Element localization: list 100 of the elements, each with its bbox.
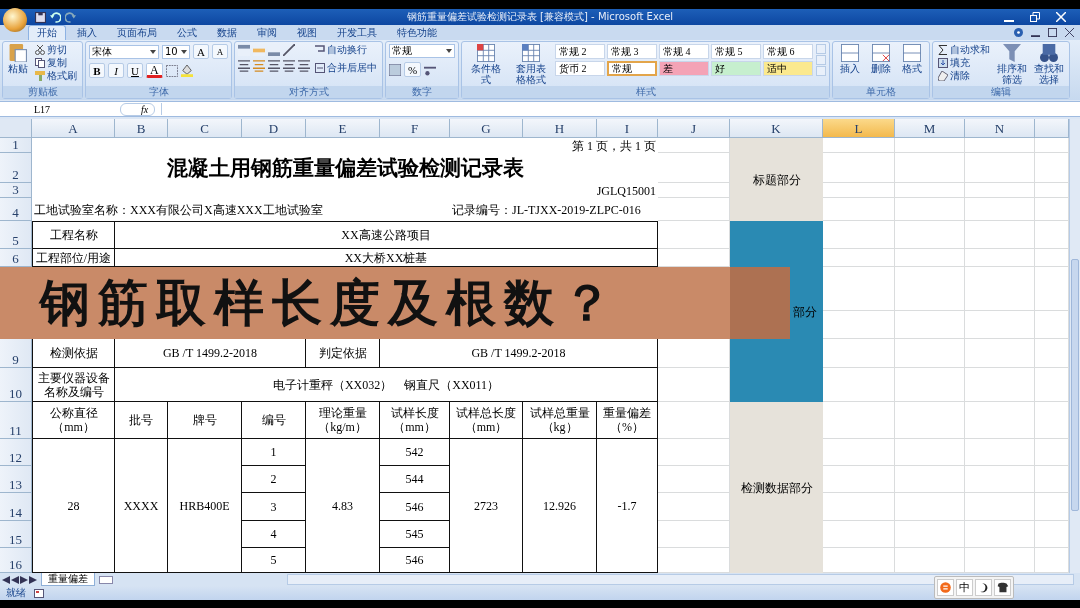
ribbon-tab[interactable]: 视图 [288,25,326,40]
row-header[interactable]: 11 [0,402,32,439]
format-button[interactable]: 格式 [898,44,926,74]
column-header[interactable]: M [895,119,965,138]
empty-cell[interactable] [965,267,1035,311]
fill-button[interactable]: 填充 [936,57,992,69]
empty-cell[interactable] [965,249,1035,267]
restore-icon[interactable] [1048,28,1057,37]
column-header[interactable]: N [965,119,1035,138]
cell-style-item[interactable]: 好 [711,61,761,76]
paste-button[interactable]: 粘贴 [6,44,30,74]
column-header[interactable]: G [450,119,523,138]
empty-cell[interactable] [965,138,1035,153]
shirt-icon[interactable] [994,579,1011,596]
row-header[interactable]: 14 [0,493,32,521]
column-header[interactable]: D [242,119,306,138]
font-name-field[interactable]: 宋体 [89,44,159,59]
macro-record-icon[interactable] [34,588,44,598]
empty-cell[interactable] [965,221,1035,249]
empty-cell[interactable] [895,493,965,521]
dropdown-arrow-icon[interactable] [446,49,452,53]
ribbon-tab[interactable]: 开始 [28,25,66,40]
empty-cell[interactable] [965,493,1035,521]
restore-icon[interactable] [1030,12,1040,22]
empty-cell[interactable] [895,402,965,439]
clipboard-command[interactable]: 格式刷 [33,70,79,82]
align-icon[interactable] [298,60,310,72]
row-header[interactable]: 16 [0,548,32,573]
empty-cell[interactable] [965,183,1035,198]
ribbon-tab[interactable]: 开发工具 [328,25,386,40]
input-mode-toggle[interactable]: 中 [956,579,973,596]
column-header[interactable]: A [32,119,115,138]
select-all-corner[interactable] [0,119,32,138]
redo-icon[interactable] [65,11,76,23]
cell-style-item[interactable]: 差 [659,61,709,76]
help-icon[interactable] [1014,28,1023,37]
empty-cell[interactable] [965,439,1035,466]
empty-cell[interactable] [965,368,1035,402]
close-icon[interactable] [1065,28,1074,37]
column-header[interactable] [1035,119,1069,138]
column-header[interactable]: K [730,119,823,138]
empty-cell[interactable] [965,311,1035,339]
empty-cell[interactable] [895,249,965,267]
font-size-field[interactable]: 10 [162,44,190,59]
percent-button[interactable]: % [404,62,422,77]
cell-style-item[interactable]: 常规 6 [763,44,813,59]
moon-icon[interactable] [975,579,992,596]
empty-cell[interactable] [895,339,965,368]
underline-button[interactable]: U [127,63,143,78]
clipboard-command[interactable]: 复制 [33,57,79,69]
row-header[interactable]: 1 [0,138,32,153]
empty-cell[interactable] [895,221,965,249]
empty-cell[interactable] [895,521,965,548]
empty-cell[interactable] [965,466,1035,493]
dropdown-arrow-icon[interactable] [150,49,156,54]
dropdown-arrow-icon[interactable] [181,49,187,54]
insert-function-button[interactable]: fx [120,102,156,116]
column-header[interactable]: L [823,119,895,138]
row-header[interactable]: 5 [0,221,32,249]
number-format-field[interactable]: 常规 [389,44,455,58]
empty-cell[interactable] [965,521,1035,548]
undo-icon[interactable] [50,11,61,23]
row-header[interactable]: 12 [0,439,32,466]
row-header[interactable]: 9 [0,339,32,368]
new-sheet-icon[interactable] [99,575,113,584]
shrink-font-button[interactable]: A [212,44,228,59]
fill-color-icon[interactable] [180,64,193,77]
column-header[interactable]: J [658,119,730,138]
empty-cell[interactable] [895,466,965,493]
find-select-button[interactable]: 查找和选择 [1032,44,1066,85]
input-method-logo-icon[interactable] [937,579,954,596]
italic-button[interactable]: I [108,63,124,78]
empty-cell[interactable] [965,198,1035,221]
cell-style-item[interactable]: 常规 3 [607,44,657,59]
cell-style-item[interactable]: 常规 5 [711,44,761,59]
ribbon-tab[interactable]: 公式 [168,25,206,40]
empty-cell[interactable] [965,402,1035,439]
vertical-scrollbar[interactable] [1069,119,1080,573]
column-header[interactable]: H [523,119,597,138]
cell-style-item[interactable]: 常规 4 [659,44,709,59]
name-box[interactable]: L17 [34,103,51,115]
column-header[interactable]: I [597,119,658,138]
row-header[interactable]: 2 [0,153,32,183]
clear-button[interactable]: 清除 [936,70,992,82]
row-header[interactable]: 10 [0,368,32,402]
font-color-button[interactable]: A [146,63,163,78]
wrap-text-button[interactable]: 自动换行 [313,44,379,56]
autosum-button[interactable]: 自动求和 [936,44,992,56]
empty-cell[interactable] [895,183,965,198]
clipboard-command[interactable]: 剪切 [33,44,79,56]
align-icon[interactable] [283,60,295,72]
align-icon[interactable] [268,60,280,72]
insert-button[interactable]: 插入 [836,44,864,74]
row-header[interactable]: 13 [0,466,32,493]
ribbon-tab[interactable]: 数据 [208,25,246,40]
cell-style-item[interactable]: 货币 2 [555,61,605,76]
row-header[interactable]: 6 [0,249,32,267]
ribbon-tab[interactable]: 插入 [68,25,106,40]
column-header[interactable]: E [306,119,380,138]
delete-button[interactable]: 删除 [867,44,895,74]
